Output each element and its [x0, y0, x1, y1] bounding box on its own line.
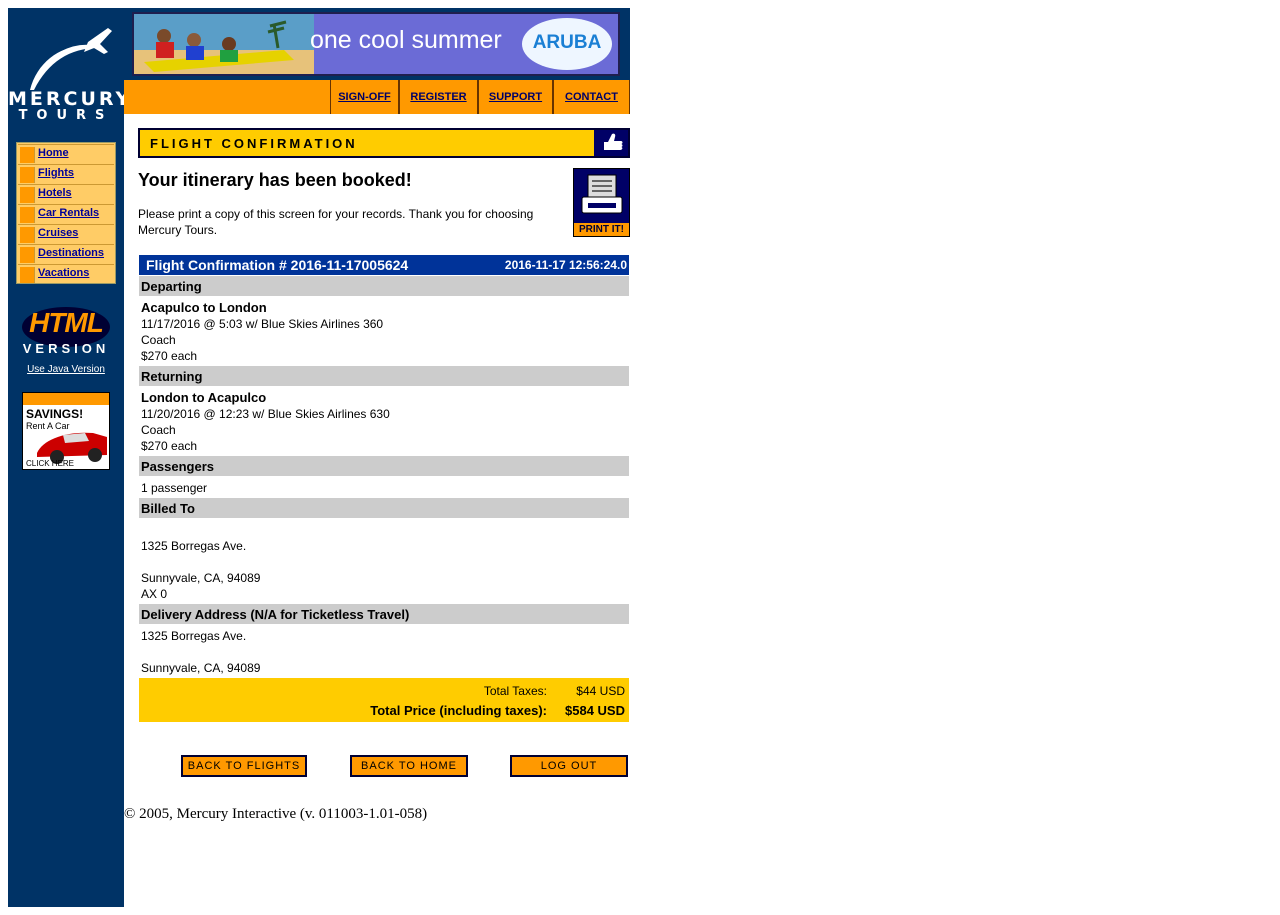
- nav-bullet-icon: [20, 167, 35, 183]
- returning-class: Coach: [141, 423, 176, 437]
- total-taxes-value: $44 USD: [576, 684, 625, 698]
- delivery-heading: Delivery Address (N/A for Ticketless Tra…: [141, 607, 410, 622]
- sidebar-link-hotels[interactable]: Hotels: [38, 187, 72, 199]
- back-to-home-button[interactable]: BACK TO HOME: [350, 755, 468, 777]
- aruba-logo: ARUBA: [522, 18, 612, 70]
- aruba-banner[interactable]: one cool summer ARUBA: [132, 12, 620, 76]
- returning-heading: Returning: [141, 369, 203, 384]
- ad-header-strip: [23, 393, 109, 405]
- use-java-version-link[interactable]: Use Java Version: [8, 364, 124, 375]
- total-price-value: $584 USD: [565, 703, 625, 718]
- flight-confirmation-header: FLIGHT CONFIRMATION: [138, 128, 630, 158]
- logout-button[interactable]: LOG OUT: [510, 755, 628, 777]
- print-note: Please print a copy of this screen for y…: [138, 207, 534, 237]
- departing-route: Acapulco to London: [141, 300, 267, 315]
- sidebar-link-car-rentals[interactable]: Car Rentals: [38, 207, 99, 219]
- billed-section-header: Billed To: [139, 498, 629, 518]
- sidebar-item-home[interactable]: Home: [18, 144, 114, 163]
- sidebar-item-flights[interactable]: Flights: [18, 164, 114, 183]
- returning-price: $270 each: [141, 439, 198, 453]
- confirmation-number: Flight Confirmation # 2016-11-17005624: [146, 257, 409, 273]
- thumbs-up-icon: [594, 130, 628, 156]
- sidebar-item-cruises[interactable]: Cruises: [18, 224, 114, 243]
- aruba-logo-text: ARUBA: [532, 32, 602, 53]
- print-it-label: PRINT IT!: [574, 223, 629, 236]
- logo-line-2: TOURS: [18, 108, 114, 123]
- signoff-link[interactable]: SIGN-OFF: [330, 80, 399, 114]
- logo-line-1: MERCURY: [8, 88, 133, 110]
- sidebar-item-vacations[interactable]: Vacations: [18, 264, 114, 283]
- banner-text: one cool summer: [310, 26, 502, 54]
- sidebar-link-flights[interactable]: Flights: [38, 167, 74, 179]
- returning-route: London to Acapulco: [141, 390, 267, 405]
- booking-heading: Your itinerary has been booked!: [138, 170, 412, 190]
- billed-heading: Billed To: [141, 501, 195, 516]
- print-it-button[interactable]: PRINT IT!: [573, 168, 630, 237]
- sidebar-link-home[interactable]: Home: [38, 147, 69, 159]
- airplane-swoosh-icon: [30, 28, 112, 90]
- sidebar-item-hotels[interactable]: Hotels: [18, 184, 114, 203]
- delivery-street: 1325 Borregas Ave.: [141, 629, 247, 643]
- html-badge-subtitle: VERSION: [22, 341, 110, 356]
- departing-price: $270 each: [141, 349, 198, 363]
- total-taxes-label: Total Taxes:: [483, 684, 547, 698]
- nav-bullet-icon: [20, 227, 35, 243]
- nav-bullet-icon: [20, 187, 35, 203]
- billed-city: Sunnyvale, CA, 94089: [141, 571, 261, 585]
- departing-heading: Departing: [141, 279, 202, 294]
- billed-street: 1325 Borregas Ave.: [141, 539, 247, 553]
- html-version-badge: HTML VERSION: [18, 303, 114, 363]
- nav-bullet-icon: [20, 267, 35, 283]
- sidebar-item-destinations[interactable]: Destinations: [18, 244, 114, 263]
- delivery-city: Sunnyvale, CA, 94089: [141, 661, 261, 675]
- beach-photo-graphic: [134, 14, 314, 74]
- confirmation-number-row: Flight Confirmation # 2016-11-17005624 2…: [139, 255, 629, 275]
- departing-section-header: Departing: [139, 276, 629, 296]
- back-to-flights-button[interactable]: BACK TO FLIGHTS: [181, 755, 307, 777]
- contact-link[interactable]: CONTACT: [553, 80, 630, 114]
- thumbs-up-graphic: [604, 133, 623, 150]
- nav-bullet-icon: [20, 247, 35, 263]
- passenger-count: 1 passenger: [141, 481, 208, 495]
- nav-bullet-icon: [20, 147, 35, 163]
- sidebar-item-car-rentals[interactable]: Car Rentals: [18, 204, 114, 223]
- sidebar-link-vacations[interactable]: Vacations: [38, 267, 89, 279]
- ad-cta: CLICK HERE: [26, 459, 75, 468]
- departing-details: 11/17/2016 @ 5:03 w/ Blue Skies Airlines…: [141, 317, 384, 331]
- mercury-tours-logo: MERCURY TOURS: [8, 8, 133, 126]
- copyright-footer: © 2005, Mercury Interactive (v. 011003-1…: [124, 806, 428, 822]
- billed-card: AX 0: [141, 587, 168, 601]
- passengers-heading: Passengers: [141, 459, 214, 474]
- register-link[interactable]: REGISTER: [399, 80, 478, 114]
- returning-section-header: Returning: [139, 366, 629, 386]
- printer-icon: [581, 174, 623, 214]
- departing-class: Coach: [141, 333, 176, 347]
- rent-a-car-ad[interactable]: SAVINGS! Rent A Car CLICK HERE: [22, 392, 110, 470]
- total-price-label: Total Price (including taxes):: [370, 703, 547, 718]
- confirmation-datetime: 2016-11-17 12:56:24.0: [504, 258, 627, 272]
- sidebar-nav: Home Flights Hotels Car Rentals Cruises …: [16, 142, 116, 284]
- totals-box: Total Taxes: $44 USD Total Price (includ…: [139, 678, 629, 722]
- passengers-section-header: Passengers: [139, 456, 629, 476]
- html-badge-title: HTML: [29, 307, 104, 338]
- page-title: FLIGHT CONFIRMATION: [150, 136, 358, 151]
- delivery-section-header: Delivery Address (N/A for Ticketless Tra…: [139, 604, 629, 624]
- sidebar-link-destinations[interactable]: Destinations: [38, 247, 104, 259]
- nav-bullet-icon: [20, 207, 35, 223]
- sidebar-link-cruises[interactable]: Cruises: [38, 227, 78, 239]
- returning-details: 11/20/2016 @ 12:23 w/ Blue Skies Airline…: [141, 407, 390, 421]
- support-link[interactable]: SUPPORT: [478, 80, 553, 114]
